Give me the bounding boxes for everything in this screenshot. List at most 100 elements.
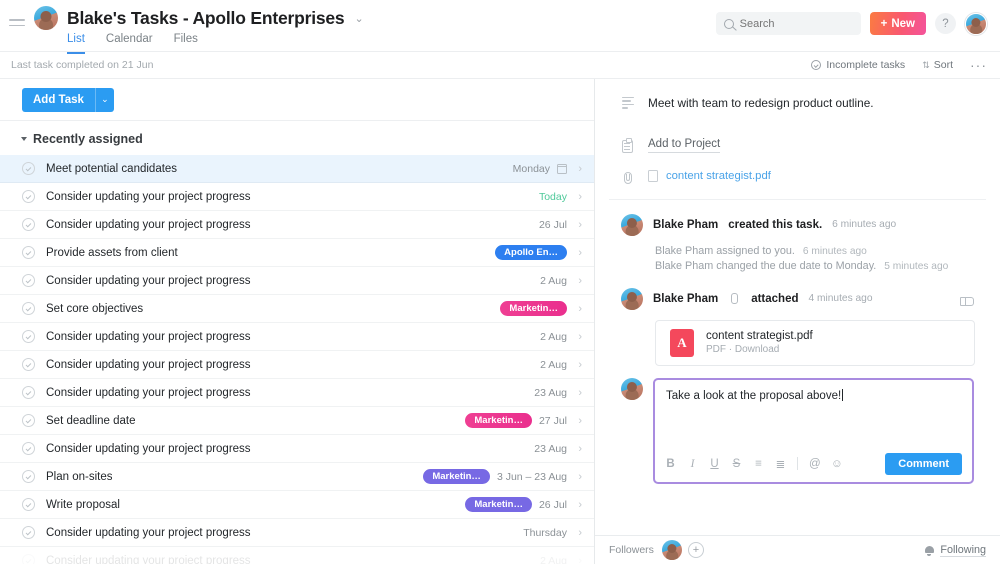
task-due-date[interactable]: 26 Jul bbox=[539, 499, 567, 511]
task-row[interactable]: Set core objectives Marketin… › bbox=[0, 295, 594, 323]
task-row[interactable]: Consider updating your project progress 2… bbox=[0, 323, 594, 351]
chevron-right-icon[interactable]: › bbox=[574, 219, 582, 231]
task-due-date[interactable]: 23 Aug bbox=[534, 387, 567, 399]
tab-files[interactable]: Files bbox=[174, 33, 198, 54]
pdf-attachment-card[interactable]: A content strategist.pdf PDF · Download bbox=[655, 319, 975, 366]
emoji-icon[interactable]: ☺ bbox=[831, 458, 843, 470]
task-complete-checkbox[interactable] bbox=[22, 498, 35, 511]
task-row[interactable]: Set deadline date Marketin… 27 Jul › bbox=[0, 407, 594, 435]
task-row[interactable]: Consider updating your project progress 2… bbox=[0, 351, 594, 379]
comment-textarea[interactable]: Take a look at the proposal above! bbox=[655, 380, 972, 450]
comment-submit-button[interactable]: Comment bbox=[885, 452, 962, 475]
task-complete-checkbox[interactable] bbox=[22, 302, 35, 315]
task-due-date[interactable]: Monday bbox=[513, 163, 550, 175]
add-follower-button[interactable]: + bbox=[687, 542, 704, 558]
add-task-dropdown-icon[interactable]: ⌄ bbox=[94, 87, 114, 112]
chevron-down-icon[interactable]: ⌄ bbox=[354, 12, 363, 25]
attachment-filename[interactable]: content strategist.pdf bbox=[666, 170, 771, 182]
chevron-right-icon[interactable]: › bbox=[574, 275, 582, 287]
numbered-list-icon[interactable]: ≣ bbox=[775, 457, 786, 471]
tab-list[interactable]: List bbox=[67, 33, 85, 54]
thumbs-up-icon[interactable] bbox=[960, 292, 974, 306]
search-input[interactable] bbox=[739, 17, 853, 30]
add-to-project-link[interactable]: Add to Project bbox=[648, 138, 721, 153]
chevron-right-icon[interactable]: › bbox=[574, 555, 582, 564]
follower-avatar[interactable] bbox=[661, 540, 682, 560]
chevron-right-icon[interactable]: › bbox=[574, 163, 582, 175]
task-row[interactable]: Consider updating your project progress 2… bbox=[0, 267, 594, 295]
task-tag[interactable]: Marketin… bbox=[465, 497, 532, 512]
help-button[interactable]: ? bbox=[935, 13, 956, 34]
new-button[interactable]: + New bbox=[869, 12, 926, 35]
chevron-collapse-icon[interactable] bbox=[21, 137, 27, 141]
task-row[interactable]: Consider updating your project progress 2… bbox=[0, 379, 594, 407]
following-toggle[interactable]: Following bbox=[924, 544, 986, 557]
sort-button[interactable]: ⇅ Sort bbox=[922, 59, 953, 71]
strikethrough-icon[interactable]: S bbox=[731, 458, 742, 470]
italic-icon[interactable]: I bbox=[687, 458, 698, 470]
chevron-right-icon[interactable]: › bbox=[574, 471, 582, 483]
task-due-date[interactable]: 3 Jun – 23 Aug bbox=[497, 471, 567, 483]
comment-input-box[interactable]: Take a look at the proposal above! B I U… bbox=[653, 377, 974, 484]
task-due-date[interactable]: Today bbox=[539, 191, 567, 203]
task-tag[interactable]: Marketin… bbox=[500, 301, 567, 316]
add-task-button[interactable]: Add Task bbox=[22, 87, 95, 112]
task-complete-checkbox[interactable] bbox=[22, 274, 35, 287]
bold-icon[interactable]: B bbox=[665, 458, 676, 470]
task-due-date[interactable]: 27 Jul bbox=[539, 415, 567, 427]
chevron-right-icon[interactable]: › bbox=[574, 331, 582, 343]
chevron-right-icon[interactable]: › bbox=[574, 527, 582, 539]
underline-icon[interactable]: U bbox=[709, 458, 720, 470]
incomplete-tasks-filter[interactable]: Incomplete tasks bbox=[811, 59, 905, 71]
chevron-right-icon[interactable]: › bbox=[574, 303, 582, 315]
bulleted-list-icon[interactable]: ≡ bbox=[753, 458, 764, 470]
task-row[interactable]: Consider updating your project progress 2… bbox=[0, 547, 594, 564]
chevron-right-icon[interactable]: › bbox=[574, 499, 582, 511]
chevron-right-icon[interactable]: › bbox=[574, 443, 582, 455]
task-complete-checkbox[interactable] bbox=[22, 218, 35, 231]
calendar-icon[interactable] bbox=[557, 163, 567, 174]
tab-calendar[interactable]: Calendar bbox=[106, 33, 153, 54]
task-complete-checkbox[interactable] bbox=[22, 386, 35, 399]
task-complete-checkbox[interactable] bbox=[22, 358, 35, 371]
user-avatar[interactable] bbox=[965, 12, 987, 35]
task-complete-checkbox[interactable] bbox=[22, 526, 35, 539]
task-row[interactable]: Consider updating your project progress T… bbox=[0, 519, 594, 547]
task-complete-checkbox[interactable] bbox=[22, 246, 35, 259]
task-due-date[interactable]: 2 Aug bbox=[540, 359, 567, 371]
task-due-date[interactable]: 2 Aug bbox=[540, 331, 567, 343]
chevron-right-icon[interactable]: › bbox=[574, 247, 582, 259]
task-due-date[interactable]: 2 Aug bbox=[540, 275, 567, 287]
task-description[interactable]: Meet with team to redesign product outli… bbox=[648, 95, 874, 112]
chevron-right-icon[interactable]: › bbox=[574, 387, 582, 399]
overflow-menu-icon[interactable]: ··· bbox=[970, 58, 987, 72]
task-complete-checkbox[interactable] bbox=[22, 414, 35, 427]
task-row[interactable]: Consider updating your project progress T… bbox=[0, 183, 594, 211]
pdf-meta[interactable]: PDF · Download bbox=[706, 344, 813, 355]
task-row[interactable]: Consider updating your project progress 2… bbox=[0, 211, 594, 239]
task-row[interactable]: Write proposal Marketin… 26 Jul › bbox=[0, 491, 594, 519]
task-complete-checkbox[interactable] bbox=[22, 162, 35, 175]
section-header[interactable]: Recently assigned bbox=[0, 121, 594, 155]
task-tag[interactable]: Marketin… bbox=[465, 413, 532, 428]
task-complete-checkbox[interactable] bbox=[22, 190, 35, 203]
task-complete-checkbox[interactable] bbox=[22, 330, 35, 343]
task-complete-checkbox[interactable] bbox=[22, 442, 35, 455]
chevron-right-icon[interactable]: › bbox=[574, 191, 582, 203]
mention-icon[interactable]: @ bbox=[809, 458, 821, 470]
hamburger-icon[interactable] bbox=[0, 0, 34, 27]
task-row[interactable]: Consider updating your project progress 2… bbox=[0, 435, 594, 463]
task-complete-checkbox[interactable] bbox=[22, 470, 35, 483]
task-row[interactable]: Plan on-sites Marketin… 3 Jun – 23 Aug › bbox=[0, 463, 594, 491]
search-box[interactable] bbox=[715, 12, 861, 35]
chevron-right-icon[interactable]: › bbox=[574, 359, 582, 371]
task-due-date[interactable]: 26 Jul bbox=[539, 219, 567, 231]
chevron-right-icon[interactable]: › bbox=[574, 415, 582, 427]
task-complete-checkbox[interactable] bbox=[22, 554, 35, 564]
task-due-date[interactable]: 23 Aug bbox=[534, 443, 567, 455]
task-due-date[interactable]: 2 Aug bbox=[540, 555, 567, 564]
task-row[interactable]: Provide assets from client Apollo En… › bbox=[0, 239, 594, 267]
task-tag[interactable]: Marketin… bbox=[423, 469, 490, 484]
task-row[interactable]: Meet potential candidates Monday › bbox=[0, 155, 594, 183]
task-tag[interactable]: Apollo En… bbox=[495, 245, 567, 260]
